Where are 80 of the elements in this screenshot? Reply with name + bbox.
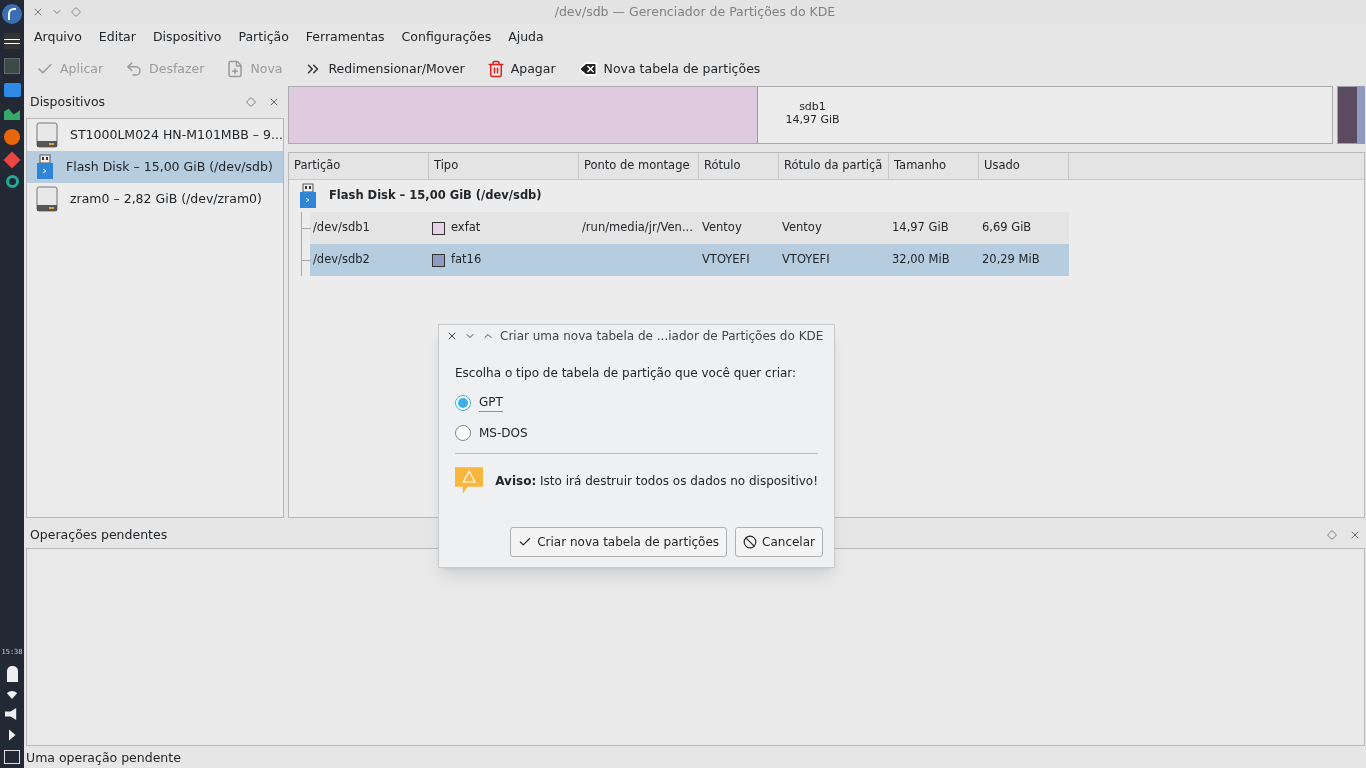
device-label: ST1000LM024 HN-M101MBB – 9... — [70, 125, 283, 144]
toolbar-button[interactable]: Redimensionar/Mover — [304, 59, 465, 79]
ring-icon[interactable] — [5, 175, 19, 188]
usb-drive-icon — [299, 183, 317, 209]
table-cell: Ventoy — [782, 219, 822, 237]
cancel-icon — [743, 535, 758, 549]
check-icon — [518, 535, 533, 549]
toolbar-button[interactable]: Nova tabela de partições — [577, 59, 761, 79]
erase-icon — [577, 59, 598, 79]
column-header[interactable]: Ponto de montage — [579, 153, 699, 179]
desktop-icon[interactable] — [4, 750, 20, 764]
partition-segment[interactable]: sdb1 14,97 GiB — [288, 86, 1333, 144]
warning-icon — [455, 467, 484, 494]
speaker-icon[interactable] — [5, 708, 19, 720]
table-cell: VTOYEFI — [782, 251, 830, 269]
segment-name: sdb1 — [799, 100, 826, 113]
panel-title: Operações pendentes — [30, 525, 168, 544]
wifi-icon[interactable] — [5, 691, 19, 699]
radio-button[interactable] — [455, 424, 471, 441]
column-header[interactable]: Tamanho — [889, 153, 979, 179]
table-cell: Ventoy — [702, 219, 742, 237]
radio-option[interactable]: GPT — [455, 393, 818, 412]
new-file-icon — [226, 60, 245, 78]
hard-drive-icon — [36, 122, 58, 148]
close-icon[interactable] — [446, 330, 458, 342]
table-cell: 20,29 MiB — [982, 251, 1040, 269]
partition-row[interactable]: /dev/sdb2 fat16 VTOYEFI VTOYEFI 32,00 MiB 20,29 MiB — [310, 244, 1069, 276]
device-label: zram0 – 2,82 GiB (/dev/zram0) — [70, 189, 262, 208]
table-cell: 6,69 GiB — [982, 219, 1032, 237]
menu-item[interactable]: Configurações — [394, 27, 499, 47]
menu-item[interactable]: Partição — [231, 27, 296, 47]
device-item[interactable]: Flash Disk – 15,00 GiB (/dev/sdb) — [27, 151, 283, 183]
menu-item[interactable]: Ferramentas — [298, 27, 392, 47]
device-item[interactable]: ST1000LM024 HN-M101MBB – 9... — [27, 119, 283, 151]
close-icon[interactable] — [1349, 529, 1361, 541]
table-cell: /run/media/jr/Ven... — [582, 219, 693, 237]
option-label: GPT — [479, 393, 503, 412]
table-cell: 32,00 MiB — [892, 251, 950, 269]
dialog-button[interactable]: Criar nova tabela de partições — [510, 527, 728, 557]
device-item[interactable]: zram0 – 2,82 GiB (/dev/zram0) — [27, 183, 283, 215]
device-label: Flash Disk – 15,00 GiB (/dev/sdb) — [66, 157, 273, 176]
toolbar-button[interactable]: Apagar — [486, 59, 556, 79]
undo-icon — [125, 60, 144, 78]
radio-button[interactable] — [455, 394, 471, 411]
dialog-title: Criar uma nova tabela de ...iador de Partições do KDE — [500, 328, 824, 345]
device-heading: Flash Disk – 15,00 GiB (/dev/sdb) — [329, 187, 542, 205]
panel-title: Dispositivos — [30, 92, 106, 111]
table-cell: exfat — [451, 219, 481, 237]
usb-icon[interactable] — [6, 666, 18, 682]
radio-option[interactable]: MS-DOS — [455, 423, 818, 442]
close-icon[interactable] — [268, 96, 280, 108]
menu-item[interactable]: Dispositivo — [145, 27, 229, 47]
column-header[interactable]: Usado — [979, 153, 1069, 179]
option-label: MS-DOS — [479, 424, 528, 442]
table-cell: fat16 — [451, 251, 482, 269]
window-title: /dev/sdb — Gerenciador de Partições do KDE — [554, 2, 836, 21]
column-header[interactable]: Tipo — [429, 153, 579, 179]
partition-segment[interactable] — [1337, 86, 1365, 144]
segment-size: 14,97 GiB — [785, 113, 840, 126]
launcher-icon[interactable] — [2, 4, 22, 24]
dialog-prompt: Escolha o tipo de tabela de partição que você quer criar: — [455, 365, 798, 382]
menu-item[interactable]: Arquivo — [27, 27, 89, 47]
column-header[interactable]: Rótulo — [699, 153, 779, 179]
menu-item[interactable]: Editar — [91, 27, 143, 47]
dialog-button[interactable]: Cancelar — [735, 527, 823, 557]
table-cell: /dev/sdb1 — [313, 219, 370, 237]
trash-icon — [486, 60, 505, 78]
warning-text: Aviso: Isto irá destruir todos os dados no dispositivo! — [495, 472, 818, 490]
table-cell: /dev/sdb2 — [313, 251, 370, 269]
status-text: Uma operação pendente — [26, 748, 181, 767]
table-cell: VTOYEFI — [702, 251, 750, 269]
sliders-icon[interactable] — [4, 33, 20, 49]
table-cell: 14,97 GiB — [892, 219, 949, 237]
folder-icon[interactable] — [3, 83, 21, 97]
partition-row[interactable]: /dev/sdb1 exfat /run/media/jr/Ven... Ventoy Ventoy 14,97 GiB 6,69 GiB — [310, 212, 1069, 244]
column-header[interactable]: Rótulo da partiçã — [779, 153, 889, 179]
hard-drive-icon — [36, 186, 58, 212]
usb-drive-icon — [36, 154, 54, 180]
menu-item[interactable]: Ajuda — [501, 27, 551, 47]
column-header[interactable]: Partição — [289, 153, 429, 179]
